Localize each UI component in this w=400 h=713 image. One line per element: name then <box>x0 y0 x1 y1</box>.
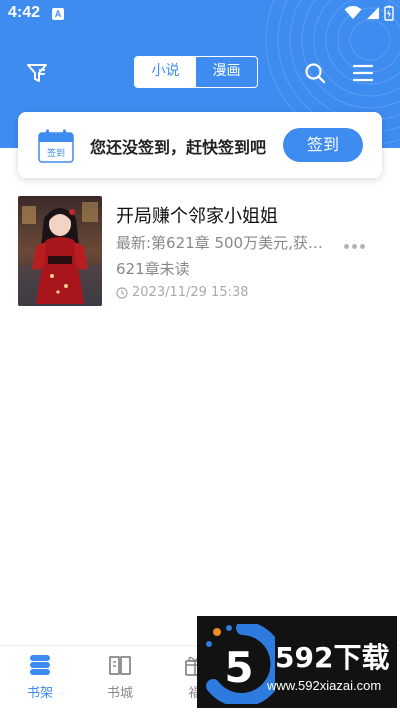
status-time: 4:42 <box>8 4 41 21</box>
clock-icon <box>116 286 128 299</box>
filter-icon[interactable] <box>26 62 48 84</box>
battery-icon <box>384 5 394 21</box>
book-updated-time: 2023/11/29 15:38 <box>116 285 249 300</box>
watermark-brand: 592下载 <box>275 641 390 674</box>
watermark-url: www.592xiazai.com <box>267 678 382 693</box>
nav-item-bookstore[interactable]: 书城 <box>90 654 150 701</box>
book-updated-time-text: 2023/11/29 15:38 <box>132 285 249 300</box>
nav-label-bookstore: 书城 <box>106 686 133 701</box>
search-icon[interactable] <box>304 62 326 84</box>
calendar-icon: 签到 <box>38 129 74 163</box>
status-bar: 4:42 A <box>0 0 400 28</box>
system-icons <box>344 5 394 21</box>
wifi-icon <box>344 6 362 19</box>
book-list-item[interactable]: 开局赚个邻家小姐姐 最新:第621章 500万美元,获… 621章未读 2023… <box>0 192 400 310</box>
signal-icon <box>367 7 379 19</box>
notification-icon: A <box>52 8 64 20</box>
watermark-overlay: 5 592下载 www.592xiazai.com <box>197 616 397 708</box>
book-icon <box>109 656 131 675</box>
tab-comic[interactable]: 漫画 <box>196 57 257 87</box>
book-cover-image[interactable] <box>18 196 102 306</box>
tab-novel[interactable]: 小说 <box>135 57 196 87</box>
book-unread-count: 621章未读 <box>116 260 190 278</box>
nav-item-bookshelf[interactable]: 书架 <box>10 654 70 701</box>
book-title: 开局赚个邻家小姐姐 <box>116 206 278 227</box>
content-type-tabs: 小说 漫画 <box>134 56 258 88</box>
watermark-logo-icon: 5 <box>206 624 275 704</box>
nav-label-bookshelf: 书架 <box>26 686 53 701</box>
signin-prompt: 您还没签到，赶快签到吧 <box>90 138 267 157</box>
calendar-label: 签到 <box>47 147 65 159</box>
book-latest-chapter: 最新:第621章 500万美元,获… <box>116 234 323 252</box>
signin-button[interactable]: 签到 <box>283 128 363 162</box>
bookshelf-icon <box>30 655 50 675</box>
signin-card: 签到 您还没签到，赶快签到吧 签到 <box>18 112 382 178</box>
more-options-icon[interactable] <box>344 244 365 249</box>
menu-icon[interactable] <box>353 63 373 83</box>
watermark-logo-digit: 5 <box>224 643 253 692</box>
